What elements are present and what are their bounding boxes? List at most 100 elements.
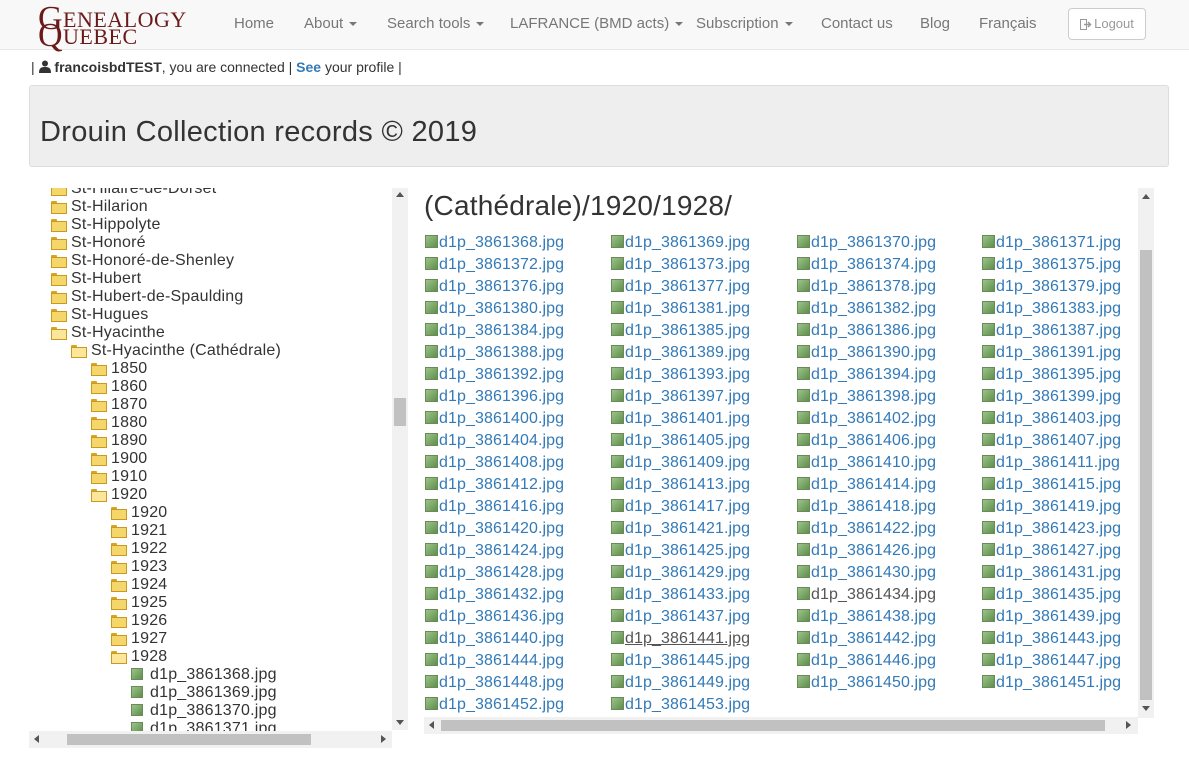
file-link[interactable]: d1p_3861402.jpg — [797, 410, 936, 428]
tree-horizontal-scrollbar[interactable] — [29, 731, 392, 748]
file-link[interactable]: d1p_3861429.jpg — [611, 564, 750, 582]
file-link[interactable]: d1p_3861406.jpg — [797, 432, 936, 450]
file-link[interactable]: d1p_3861380.jpg — [425, 300, 564, 318]
scroll-left-icon[interactable] — [34, 735, 39, 743]
file-link[interactable]: d1p_3861443.jpg — [982, 630, 1121, 648]
tree-folder-item[interactable]: 1890 — [91, 432, 147, 450]
file-link[interactable]: d1p_3861413.jpg — [611, 476, 750, 494]
scroll-down-icon[interactable] — [396, 720, 404, 725]
file-link[interactable]: d1p_3861410.jpg — [797, 454, 936, 472]
file-link[interactable]: d1p_3861397.jpg — [611, 388, 750, 406]
tree-folder-item[interactable]: 1922 — [111, 540, 167, 558]
file-link[interactable]: d1p_3861374.jpg — [797, 256, 936, 274]
file-link[interactable]: d1p_3861422.jpg — [797, 520, 936, 538]
file-link[interactable]: d1p_3861385.jpg — [611, 322, 750, 340]
file-link[interactable]: d1p_3861381.jpg — [611, 300, 750, 318]
file-link[interactable]: d1p_3861452.jpg — [425, 696, 564, 714]
tree-folder-item[interactable]: 1920 — [111, 504, 167, 522]
file-link[interactable]: d1p_3861432.jpg — [425, 586, 564, 604]
file-link[interactable]: d1p_3861400.jpg — [425, 410, 564, 428]
file-link[interactable]: d1p_3861417.jpg — [611, 498, 750, 516]
nav-contact[interactable]: Contact us — [821, 15, 893, 32]
file-link[interactable]: d1p_3861445.jpg — [611, 652, 750, 670]
file-link[interactable]: d1p_3861395.jpg — [982, 366, 1121, 384]
tree-folder-item[interactable]: 1860 — [91, 378, 147, 396]
tree-folder-item[interactable]: St-Hyacinthe — [51, 324, 165, 342]
tree-folder-item[interactable]: St-Hyacinthe (Cathédrale) — [71, 342, 281, 360]
file-link[interactable]: d1p_3861416.jpg — [425, 498, 564, 516]
file-link[interactable]: d1p_3861379.jpg — [982, 278, 1121, 296]
file-link[interactable]: d1p_3861384.jpg — [425, 322, 564, 340]
tree-file-item[interactable]: d1p_3861368.jpg — [131, 666, 277, 684]
tree-folder-item[interactable]: 1900 — [91, 450, 147, 468]
tree-folder-item[interactable]: 1925 — [111, 594, 167, 612]
file-link[interactable]: d1p_3861434.jpg — [797, 586, 936, 604]
scrollbar-thumb[interactable] — [67, 734, 311, 745]
file-link[interactable]: d1p_3861450.jpg — [797, 674, 936, 692]
file-link[interactable]: d1p_3861419.jpg — [982, 498, 1121, 516]
scroll-down-icon[interactable] — [1142, 706, 1150, 711]
file-link[interactable]: d1p_3861392.jpg — [425, 366, 564, 384]
tree-folder-item[interactable]: 1924 — [111, 576, 167, 594]
file-link[interactable]: d1p_3861440.jpg — [425, 630, 564, 648]
scrollbar-thumb[interactable] — [441, 720, 1105, 731]
file-link[interactable]: d1p_3861428.jpg — [425, 564, 564, 582]
file-link[interactable]: d1p_3861442.jpg — [797, 630, 936, 648]
file-link[interactable]: d1p_3861448.jpg — [425, 674, 564, 692]
file-link[interactable]: d1p_3861451.jpg — [982, 674, 1121, 692]
logout-button[interactable]: Logout — [1068, 8, 1146, 40]
tree-folder-item[interactable]: 1926 — [111, 612, 167, 630]
file-link[interactable]: d1p_3861371.jpg — [982, 234, 1121, 252]
file-link[interactable]: d1p_3861372.jpg — [425, 256, 564, 274]
file-link[interactable]: d1p_3861415.jpg — [982, 476, 1121, 494]
files-vertical-scrollbar[interactable] — [1138, 188, 1154, 718]
file-link[interactable]: d1p_3861439.jpg — [982, 608, 1121, 626]
file-link[interactable]: d1p_3861426.jpg — [797, 542, 936, 560]
file-link[interactable]: d1p_3861403.jpg — [982, 410, 1121, 428]
tree-folder-item[interactable]: St-Honoré — [51, 234, 146, 252]
tree-folder-item[interactable]: St-Hippolyte — [51, 216, 161, 234]
file-link[interactable]: d1p_3861375.jpg — [982, 256, 1121, 274]
file-link[interactable]: d1p_3861437.jpg — [611, 608, 750, 626]
scroll-right-icon[interactable] — [381, 735, 386, 743]
nav-search-tools[interactable]: Search tools — [387, 15, 485, 32]
file-link[interactable]: d1p_3861420.jpg — [425, 520, 564, 538]
tree-folder-item[interactable]: St-Hubert-de-Spaulding — [51, 288, 244, 306]
file-link[interactable]: d1p_3861441.jpg — [611, 630, 750, 648]
file-link[interactable]: d1p_3861396.jpg — [425, 388, 564, 406]
file-link[interactable]: d1p_3861411.jpg — [982, 454, 1120, 472]
file-link[interactable]: d1p_3861401.jpg — [611, 410, 750, 428]
file-link[interactable]: d1p_3861391.jpg — [982, 344, 1121, 362]
file-link[interactable]: d1p_3861368.jpg — [425, 234, 564, 252]
folder-tree[interactable]: St-Hilaire-de-Dorset St-Hilarion St-Hippol… — [29, 188, 409, 748]
tree-folder-item[interactable]: 1921 — [111, 522, 167, 540]
file-link[interactable]: d1p_3861399.jpg — [982, 388, 1121, 406]
file-link[interactable]: d1p_3861387.jpg — [982, 322, 1121, 340]
tree-file-item[interactable]: d1p_3861370.jpg — [131, 702, 277, 720]
file-link[interactable]: d1p_3861394.jpg — [797, 366, 936, 384]
file-link[interactable]: d1p_3861398.jpg — [797, 388, 936, 406]
nav-lafrance[interactable]: LAFRANCE (BMD acts) — [510, 15, 684, 32]
file-link[interactable]: d1p_3861382.jpg — [797, 300, 936, 318]
file-link[interactable]: d1p_3861407.jpg — [982, 432, 1121, 450]
file-link[interactable]: d1p_3861418.jpg — [797, 498, 936, 516]
tree-folder-item[interactable]: St-Honoré-de-Shenley — [51, 252, 234, 270]
tree-folder-item[interactable]: 1928 — [111, 648, 167, 666]
tree-folder-item[interactable]: 1923 — [111, 558, 167, 576]
file-link[interactable]: d1p_3861449.jpg — [611, 674, 750, 692]
scrollbar-thumb[interactable] — [394, 398, 406, 426]
file-link[interactable]: d1p_3861430.jpg — [797, 564, 936, 582]
file-link[interactable]: d1p_3861433.jpg — [611, 586, 750, 604]
file-link[interactable]: d1p_3861377.jpg — [611, 278, 750, 296]
tree-folder-item[interactable]: 1850 — [91, 360, 147, 378]
file-link[interactable]: d1p_3861423.jpg — [982, 520, 1121, 538]
nav-subscription[interactable]: Subscription — [696, 15, 793, 32]
tree-folder-item[interactable]: 1910 — [91, 468, 147, 486]
file-link[interactable]: d1p_3861404.jpg — [425, 432, 564, 450]
scroll-up-icon[interactable] — [396, 192, 404, 197]
file-link[interactable]: d1p_3861446.jpg — [797, 652, 936, 670]
file-link[interactable]: d1p_3861447.jpg — [982, 652, 1121, 670]
files-horizontal-scrollbar[interactable] — [424, 717, 1138, 734]
file-link[interactable]: d1p_3861414.jpg — [797, 476, 936, 494]
nav-francais[interactable]: Français — [979, 15, 1037, 32]
